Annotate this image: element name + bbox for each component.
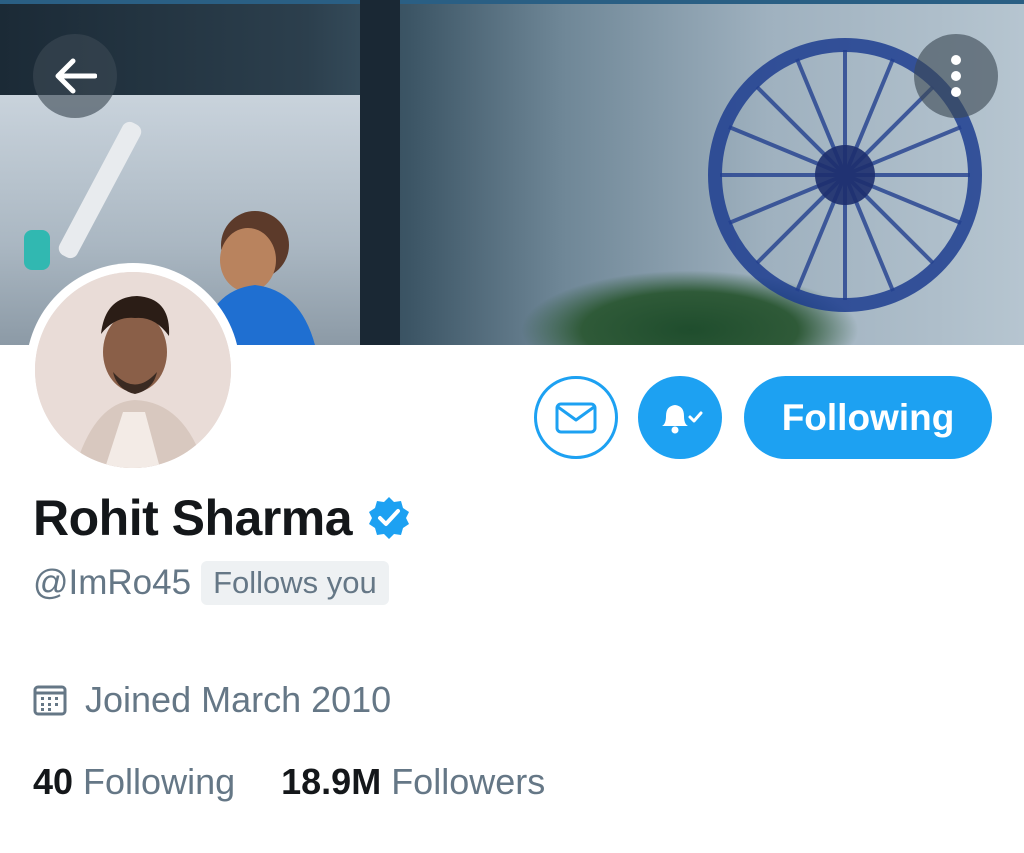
profile-handle-row: @ImRo45 Follows you bbox=[33, 560, 389, 606]
more-options-button[interactable] bbox=[914, 34, 998, 118]
back-button[interactable] bbox=[33, 34, 117, 118]
joined-date-row: Joined March 2010 bbox=[33, 676, 391, 724]
following-count: 40 bbox=[33, 761, 74, 802]
envelope-icon bbox=[555, 402, 597, 433]
followers-label: Followers bbox=[391, 761, 546, 802]
profile-name: Rohit Sharma bbox=[33, 490, 353, 546]
followers-count: 18.9M bbox=[281, 761, 382, 802]
following-stat[interactable]: 40 Following bbox=[33, 761, 235, 803]
profile-name-row: Rohit Sharma bbox=[33, 488, 412, 548]
calendar-icon bbox=[33, 685, 67, 716]
vertical-dots-icon bbox=[951, 55, 961, 97]
followers-stat[interactable]: 18.9M Followers bbox=[281, 761, 545, 803]
banner-top-line bbox=[0, 0, 1024, 4]
bell-check-icon bbox=[662, 404, 703, 433]
notifications-button[interactable] bbox=[638, 376, 722, 459]
avatar-portrait bbox=[35, 272, 231, 468]
following-button[interactable]: Following bbox=[744, 376, 992, 459]
following-label: Following bbox=[83, 761, 236, 802]
message-button[interactable] bbox=[534, 376, 618, 459]
profile-handle: @ImRo45 bbox=[33, 563, 192, 602]
banner-dark-divider bbox=[360, 0, 400, 345]
joined-date: Joined March 2010 bbox=[85, 679, 392, 720]
profile-stats-row: 40 Following 18.9M Followers bbox=[33, 758, 545, 806]
profile-avatar[interactable] bbox=[26, 263, 240, 477]
verified-badge-icon bbox=[369, 497, 410, 539]
arrow-left-icon bbox=[55, 58, 97, 94]
follows-you-badge: Follows you bbox=[201, 561, 389, 605]
